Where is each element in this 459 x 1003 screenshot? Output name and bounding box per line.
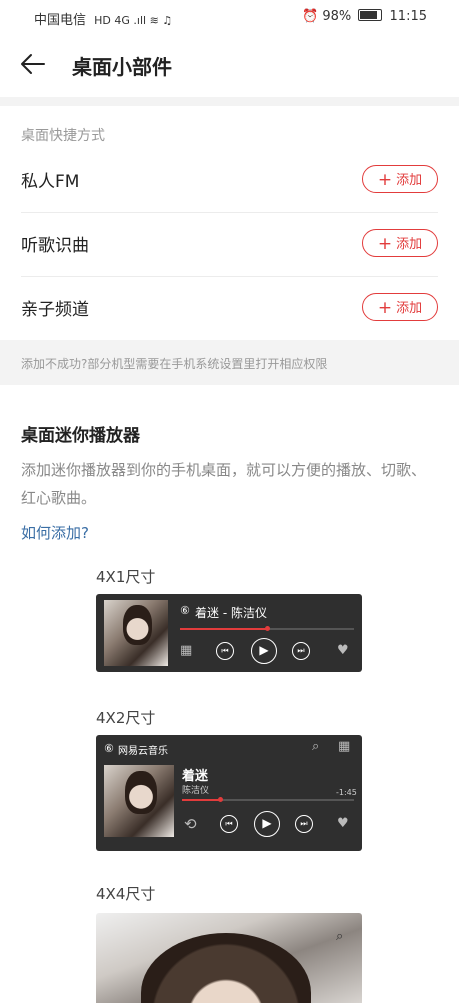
back-arrow-icon[interactable]	[20, 44, 50, 84]
widget-4x2-label: 4X2尺寸	[96, 709, 156, 727]
shortcut-name: 亲子频道	[21, 300, 89, 320]
next-icon[interactable]: ⏭	[295, 815, 313, 833]
shortcut-row-fm: 私人FM + 添加	[0, 149, 459, 213]
plus-icon: +	[377, 298, 393, 318]
battery-icon	[358, 9, 383, 21]
netease-logo-icon: ⑥	[180, 604, 190, 617]
search-icon[interactable]: ⌕	[336, 929, 343, 944]
widget-4x4-label: 4X4尺寸	[96, 885, 156, 903]
album-cover	[141, 933, 311, 1003]
status-bar: 中国电信 HD 4G .ıll ≋ ♫ ⏰ 98% 11:15	[0, 0, 459, 34]
play-icon[interactable]: ▶	[251, 638, 277, 664]
add-button[interactable]: + 添加	[362, 165, 438, 193]
search-icon[interactable]: ⌕	[312, 739, 319, 754]
grid-icon[interactable]: ▦	[338, 739, 350, 754]
how-to-add-link[interactable]: 如何添加?	[21, 522, 89, 543]
status-right: ⏰ 98% 11:15	[302, 9, 427, 24]
alarm-icon: ⏰	[302, 9, 319, 24]
mini-player-title: 桌面迷你播放器	[21, 426, 140, 446]
mini-player-description: 添加迷你播放器到你的手机桌面，就可以方便的播放、切歌、红心歌曲。	[21, 461, 427, 507]
brand-name: 网易云音乐	[118, 746, 168, 757]
shortcut-name: 私人FM	[21, 172, 80, 192]
heart-icon[interactable]: ♥	[337, 643, 349, 658]
song-line: 着迷 - 陈洁仪	[195, 606, 267, 620]
next-icon[interactable]: ⏭	[292, 642, 310, 660]
netease-logo-icon: ⑥	[104, 742, 114, 755]
previous-icon[interactable]: ⏮	[216, 642, 234, 660]
repeat-icon[interactable]: ⟲	[184, 815, 197, 833]
shortcut-name: 听歌识曲	[21, 236, 89, 256]
play-icon[interactable]: ▶	[254, 811, 280, 837]
clock: 11:15	[389, 9, 427, 24]
permission-notice: 添加不成功?部分机型需要在手机系统设置里打开相应权限	[21, 357, 328, 371]
shortcut-row-kids: 亲子频道 + 添加	[0, 277, 459, 341]
battery-percent: 98%	[322, 9, 352, 24]
progress-knob[interactable]	[218, 797, 223, 802]
grid-icon[interactable]: ▦	[180, 643, 192, 658]
plus-icon: +	[377, 234, 393, 254]
album-cover	[104, 600, 168, 666]
song-title: 着迷	[182, 769, 209, 784]
add-button-label: 添加	[396, 237, 423, 252]
section-divider	[0, 97, 459, 106]
add-button[interactable]: + 添加	[362, 229, 438, 257]
album-cover	[104, 765, 174, 837]
widget-4x2-preview[interactable]: ⑥ 网易云音乐 ⌕ ▦ 着迷 陈洁仪 -1:45 ⟲ ⏮ ▶ ⏭ ♥	[96, 735, 362, 851]
progress-knob[interactable]	[265, 626, 270, 631]
widget-4x4-preview[interactable]: ⌕	[96, 913, 362, 1003]
page-title: 桌面小部件	[72, 55, 172, 79]
add-button-label: 添加	[396, 301, 423, 316]
carrier-name: 中国电信	[34, 13, 87, 28]
progress-fill	[182, 799, 220, 801]
add-button[interactable]: + 添加	[362, 293, 438, 321]
signal-icons: HD 4G .ıll ≋ ♫	[94, 14, 173, 27]
plus-icon: +	[377, 170, 393, 190]
add-button-label: 添加	[396, 173, 423, 188]
artist-name: 陈洁仪	[182, 786, 210, 796]
shortcut-row-recognize: 听歌识曲 + 添加	[0, 213, 459, 277]
heart-icon[interactable]: ♥	[337, 816, 349, 831]
status-left: 中国电信 HD 4G .ıll ≋ ♫	[34, 9, 172, 28]
widget-4x1-preview[interactable]: ⑥ 着迷 - 陈洁仪 ▦ ⏮ ▶ ⏭ ♥	[96, 594, 362, 672]
shortcuts-section-label: 桌面快捷方式	[21, 128, 105, 144]
previous-icon[interactable]: ⏮	[220, 815, 238, 833]
time-remaining: -1:45	[336, 788, 357, 797]
progress-fill	[180, 628, 267, 630]
widget-4x1-label: 4X1尺寸	[96, 568, 156, 586]
